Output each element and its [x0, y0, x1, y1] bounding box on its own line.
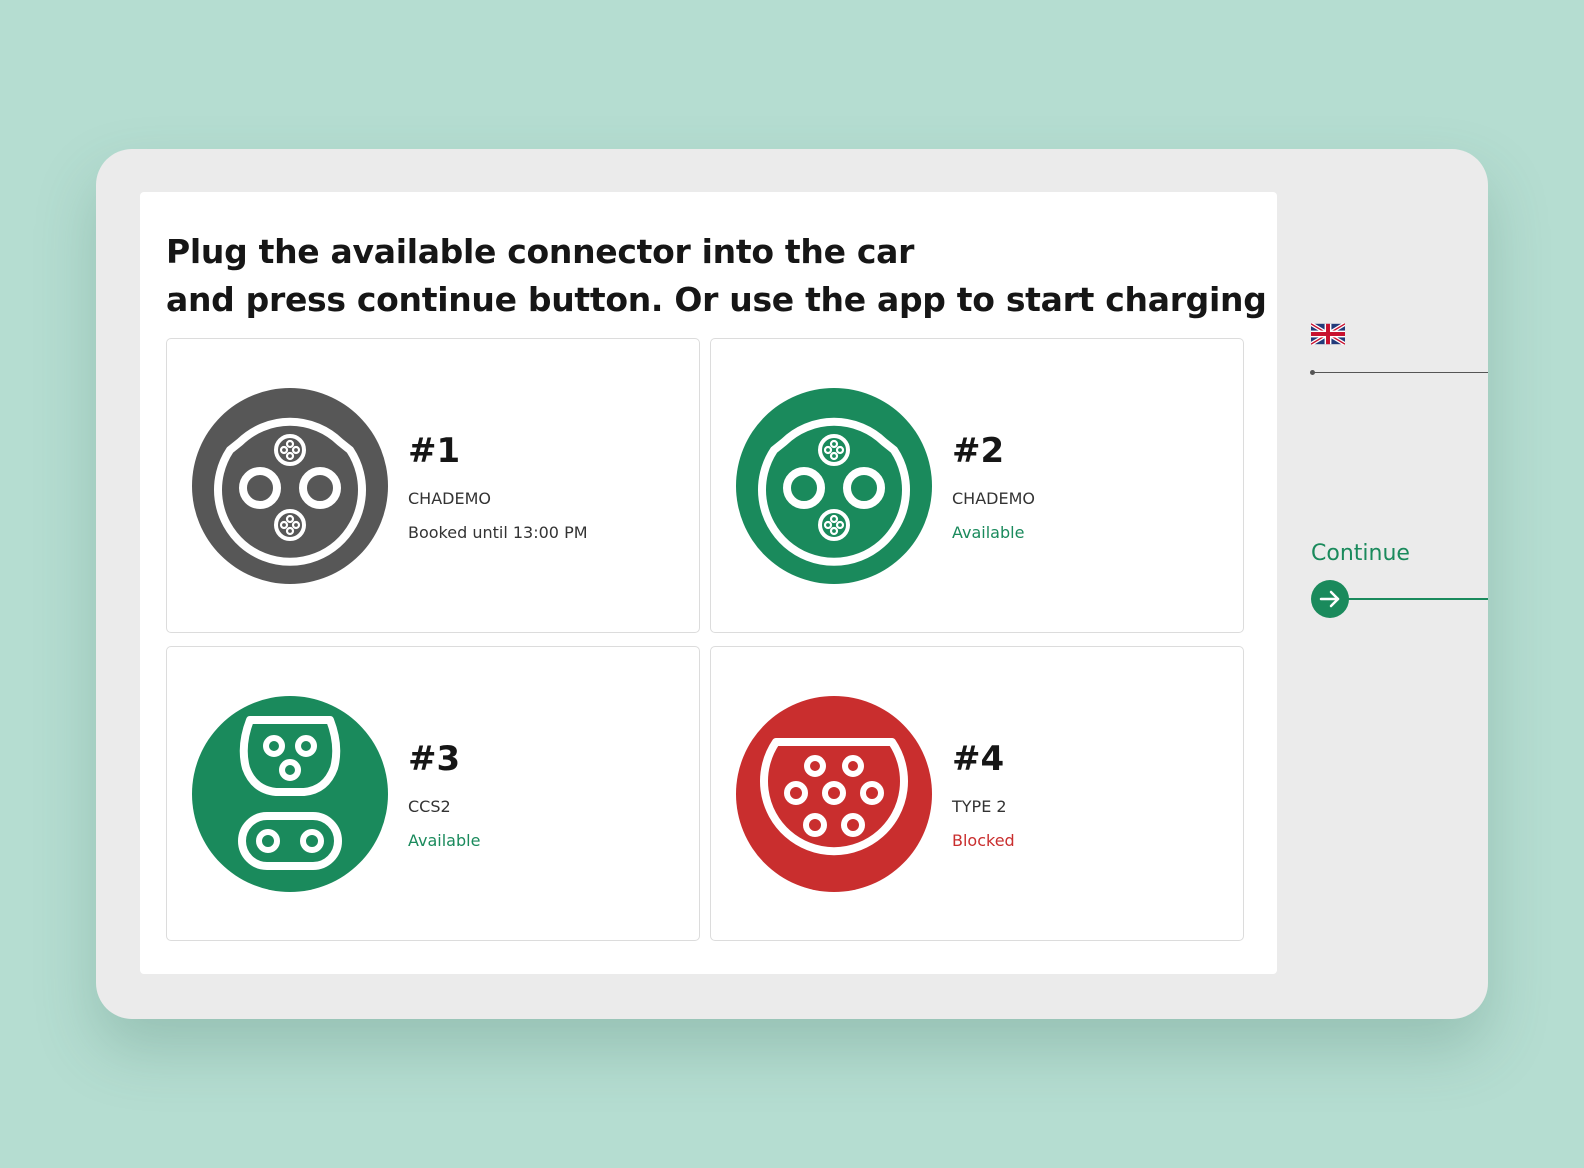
connector-card-2[interactable]: #2 CHADEMO Available [710, 338, 1244, 633]
continue-label[interactable]: Continue [1311, 541, 1410, 566]
connector-status: Blocked [952, 831, 1015, 850]
kiosk-frame: Plug the available connector into the ca… [96, 149, 1488, 1019]
connector-number: #1 [408, 431, 461, 471]
connector-card-4[interactable]: #4 TYPE 2 Blocked [710, 646, 1244, 941]
connector-number: #2 [952, 431, 1005, 471]
uk-flag-icon[interactable] [1311, 323, 1345, 345]
page-title: Plug the available connector into the ca… [166, 228, 1267, 324]
arrow-right-icon [1319, 590, 1340, 608]
connector-card-3[interactable]: #3 CCS2 Available [166, 646, 700, 941]
connector-status: Available [952, 523, 1025, 542]
continue-button[interactable] [1311, 580, 1349, 618]
connector-type: CHADEMO [408, 489, 491, 508]
connector-card-1[interactable]: #1 CHADEMO Booked until 13:00 PM [166, 338, 700, 633]
connector-number: #3 [408, 739, 461, 779]
continue-line [1346, 598, 1488, 600]
title-line-2: and press continue button. Or use the ap… [166, 280, 1267, 319]
connector-status: Available [408, 831, 481, 850]
chademo-connector-icon [192, 388, 388, 584]
connector-number: #4 [952, 739, 1005, 779]
language-divider [1312, 372, 1488, 373]
connector-type: TYPE 2 [952, 797, 1007, 816]
chademo-connector-icon [736, 388, 932, 584]
title-line-1: Plug the available connector into the ca… [166, 232, 915, 271]
connector-type: CCS2 [408, 797, 451, 816]
connector-status: Booked until 13:00 PM [408, 523, 588, 542]
type2-connector-icon [736, 696, 932, 892]
connector-type: CHADEMO [952, 489, 1035, 508]
ccs2-connector-icon [192, 696, 388, 892]
connector-panel: Plug the available connector into the ca… [140, 192, 1277, 974]
